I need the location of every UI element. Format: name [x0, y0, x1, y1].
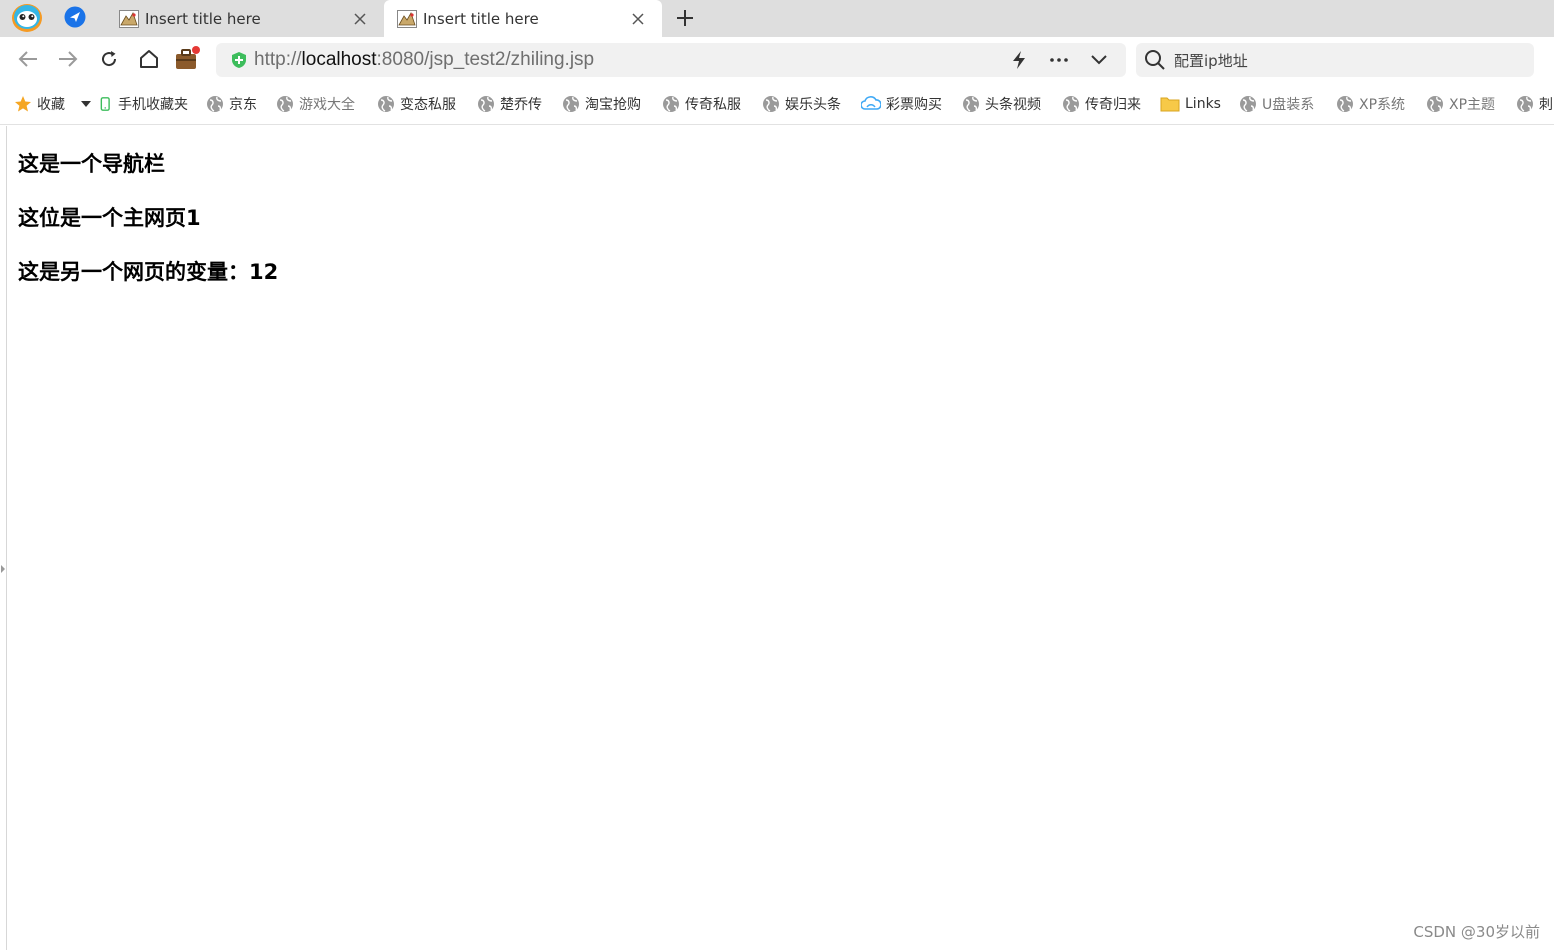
close-tab-icon[interactable] [626, 7, 650, 31]
bookmark-item[interactable]: 传奇归来 [1062, 93, 1141, 115]
bookmark-item[interactable]: 刺 [1516, 93, 1553, 115]
arrow-right-icon [59, 51, 78, 67]
sidebar-divider [6, 126, 7, 950]
bookmark-item[interactable]: 娱乐头条 [762, 93, 841, 115]
folder-icon [1160, 97, 1180, 112]
bookmarks-bar: 收藏 手机收藏夹 京东 游戏大全 变态私服 楚乔传 淘宝抢购 传奇私服 娱乐头条… [0, 81, 1554, 125]
new-tab-button[interactable] [672, 5, 698, 31]
bookmark-item[interactable]: 京东 [206, 93, 257, 115]
bookmark-item[interactable]: U盘装系 [1239, 93, 1314, 115]
briefcase-icon [176, 46, 200, 69]
tomcat-favicon-icon [397, 10, 417, 28]
toolbox-button[interactable] [174, 46, 200, 72]
globe-icon [1240, 96, 1256, 112]
tab-label: Insert title here [145, 9, 261, 28]
bookmark-item[interactable]: 淘宝抢购 [562, 93, 641, 115]
star-icon [15, 96, 31, 112]
close-tab-icon[interactable] [348, 7, 372, 31]
tab-active[interactable]: Insert title here [384, 0, 662, 38]
main-page-heading: 这位是一个主网页1 [18, 206, 201, 230]
bookmark-label: 刺 [1539, 97, 1553, 113]
reload-icon [102, 51, 117, 67]
tab-strip: Insert title here Insert title here [0, 0, 1554, 38]
globe-icon [277, 96, 293, 112]
cloud-icon [861, 96, 881, 110]
page-content: 这是一个导航栏 这位是一个主网页1 这是另一个网页的变量：12 [18, 150, 278, 312]
bookmark-item[interactable]: 头条视频 [962, 93, 1041, 115]
globe-icon [478, 96, 494, 112]
browser-logo-icon[interactable] [10, 1, 44, 33]
globe-icon [1337, 96, 1353, 112]
watermark: CSDN @30岁以前 [1413, 923, 1540, 941]
arrow-left-icon [18, 51, 37, 67]
url-text[interactable]: http://localhost:8080/jsp_test2/zhiling.… [254, 49, 1006, 71]
bookmark-item[interactable]: XP主题 [1426, 93, 1495, 115]
globe-icon [963, 96, 979, 112]
search-placeholder: 配置ip地址 [1174, 51, 1248, 70]
bookmark-label: 京东 [229, 97, 257, 113]
bookmark-label: XP系统 [1359, 97, 1406, 113]
home-button[interactable] [136, 46, 162, 72]
url-path: :8080/jsp_test2/zhiling.jsp [376, 49, 595, 70]
tomcat-favicon-icon [119, 9, 139, 28]
bookmark-label: U盘装系 [1262, 97, 1315, 113]
globe-icon [763, 96, 779, 112]
tab-inactive[interactable]: Insert title here [106, 0, 384, 37]
bookmark-label: 游戏大全 [299, 97, 355, 113]
bookmark-label: 楚乔传 [500, 97, 542, 113]
bookmark-item[interactable]: 手机收藏夹 [99, 93, 188, 115]
bookmark-label: XP主题 [1449, 97, 1496, 113]
bookmark-label: 传奇归来 [1085, 97, 1141, 113]
bookmark-label: 变态私服 [400, 97, 456, 113]
bookmark-label: 手机收藏夹 [118, 97, 188, 113]
search-icon [1145, 50, 1165, 70]
favorites-label: 收藏 [37, 97, 65, 113]
bookmark-label: 娱乐头条 [785, 97, 841, 113]
favorites-dropdown[interactable] [81, 93, 91, 115]
bookmark-label: 淘宝抢购 [585, 97, 641, 113]
globe-icon [378, 96, 394, 112]
tab-label: Insert title here [423, 10, 539, 28]
bookmark-label: 传奇私服 [685, 97, 741, 113]
globe-icon [207, 96, 223, 112]
nav-heading: 这是一个导航栏 [18, 152, 165, 176]
search-box[interactable]: 配置ip地址 [1136, 43, 1534, 77]
forward-button[interactable] [55, 46, 81, 72]
url-scheme: http:// [254, 49, 302, 70]
bookmark-item[interactable]: 变态私服 [377, 93, 456, 115]
address-bar[interactable]: http://localhost:8080/jsp_test2/zhiling.… [216, 43, 1126, 77]
caret-down-icon [81, 101, 91, 107]
sidebar-expand-icon[interactable] [1, 565, 5, 573]
globe-icon [1427, 96, 1443, 112]
send-icon[interactable] [64, 6, 86, 28]
back-button[interactable] [15, 46, 41, 72]
bookmark-item[interactable]: 楚乔传 [477, 93, 542, 115]
globe-icon [563, 96, 579, 112]
more-icon[interactable] [1046, 47, 1072, 73]
variable-heading: 这是另一个网页的变量：12 [18, 260, 279, 284]
bookmark-label: 头条视频 [985, 97, 1041, 113]
secure-shield-icon [232, 52, 246, 68]
bookmark-label: Links [1185, 96, 1221, 112]
bookmark-item[interactable]: 游戏大全 [276, 93, 355, 115]
favorites-button[interactable]: 收藏 [14, 93, 65, 115]
reload-button[interactable] [96, 46, 122, 72]
globe-icon [663, 96, 679, 112]
plus-icon [677, 10, 693, 26]
globe-icon [1517, 96, 1533, 112]
lightning-icon[interactable] [1006, 47, 1032, 73]
bookmark-item[interactable]: 传奇私服 [662, 93, 741, 115]
bookmark-item[interactable]: XP系统 [1336, 93, 1405, 115]
home-icon [140, 50, 158, 68]
chevron-down-icon[interactable] [1086, 47, 1112, 73]
globe-icon [1063, 96, 1079, 112]
toolbar: http://localhost:8080/jsp_test2/zhiling.… [0, 37, 1554, 103]
phone-icon [100, 97, 110, 111]
bookmark-folder[interactable]: Links [1160, 93, 1221, 115]
bookmark-item[interactable]: 彩票购买 [861, 93, 942, 115]
bookmark-label: 彩票购买 [886, 97, 942, 113]
url-host: localhost [301, 49, 377, 70]
